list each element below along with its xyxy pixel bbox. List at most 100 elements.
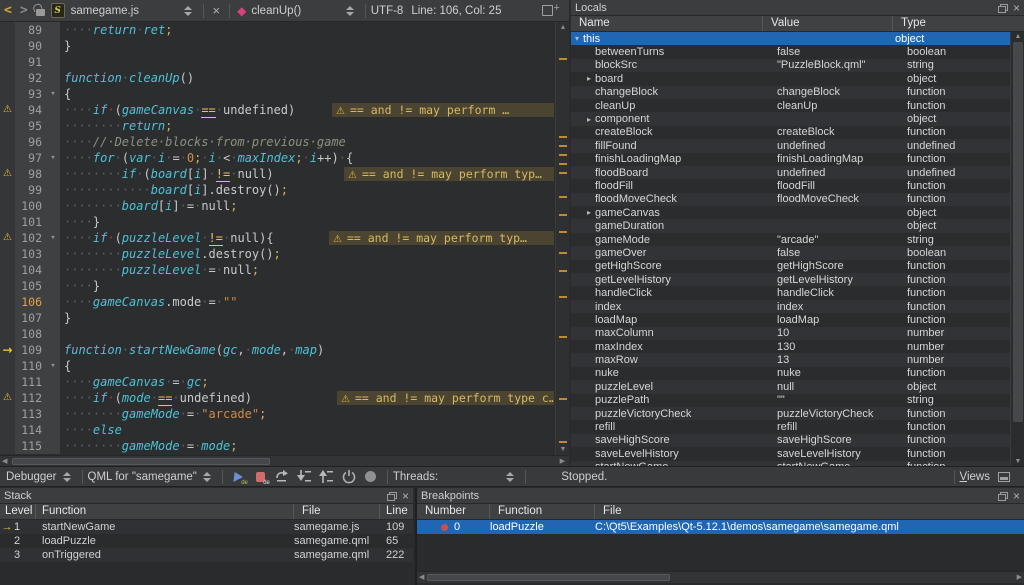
locals-col-value[interactable]: Value: [763, 16, 893, 31]
bp-col-number[interactable]: Number: [417, 504, 490, 519]
exec-pointer-icon[interactable]: →: [0, 342, 15, 358]
locals-row[interactable]: ▾thisobject: [571, 32, 1010, 45]
line-number[interactable]: 95: [15, 118, 46, 134]
locals-row[interactable]: puzzleVictoryCheckpuzzleVictoryCheckfunc…: [571, 407, 1010, 420]
locals-row[interactable]: ▸boardobject: [571, 72, 1010, 85]
fold-marker-icon[interactable]: ▾: [46, 150, 60, 166]
line-number[interactable]: 98: [15, 166, 46, 182]
debugger-combo-arrows-icon[interactable]: [63, 472, 71, 482]
line-number[interactable]: 99: [15, 182, 46, 198]
locals-row[interactable]: floodFillfloodFillfunction: [571, 179, 1010, 192]
hscroll-thumb[interactable]: [12, 458, 270, 465]
code-line[interactable]: 113········gameMode·=·"arcade";: [0, 406, 555, 422]
line-number[interactable]: 108: [15, 326, 46, 342]
line-number[interactable]: 110: [15, 358, 46, 374]
locals-row[interactable]: indexindexfunction: [571, 300, 1010, 313]
code-line[interactable]: 99············board[i].destroy();: [0, 182, 555, 198]
code-line[interactable]: 90}: [0, 38, 555, 54]
line-number[interactable]: 94: [15, 102, 46, 118]
warning-mark[interactable]: [559, 136, 567, 138]
locals-row[interactable]: finishLoadingMapfinishLoadingMapfunction: [571, 153, 1010, 166]
code-line[interactable]: 96····//·Delete·blocks·from·previous·gam…: [0, 134, 555, 150]
scroll-up-icon[interactable]: ▲: [1011, 33, 1024, 40]
line-number[interactable]: 101: [15, 214, 46, 230]
line-number[interactable]: 103: [15, 246, 46, 262]
locals-col-name[interactable]: Name: [571, 16, 763, 31]
warning-mark[interactable]: [559, 336, 567, 338]
line-number[interactable]: 93: [15, 86, 46, 102]
scroll-down-icon[interactable]: ▼: [556, 446, 570, 453]
record-button[interactable]: [362, 469, 380, 485]
code-line[interactable]: ⚠98········if·(board[i]·!=·null)⚠== and …: [0, 166, 555, 182]
fold-marker-icon[interactable]: ▾: [46, 358, 60, 374]
warning-triangle-icon[interactable]: ⚠: [0, 166, 15, 182]
close-icon[interactable]: ×: [402, 491, 409, 501]
lock-icon[interactable]: [36, 9, 45, 16]
locals-row[interactable]: puzzlePath""string: [571, 394, 1010, 407]
warning-mark[interactable]: [559, 145, 567, 147]
code-line[interactable]: 104········puzzleLevel·=·null;: [0, 262, 555, 278]
warning-mark[interactable]: [559, 196, 567, 198]
line-number[interactable]: 107: [15, 310, 46, 326]
fold-marker-icon[interactable]: ▾: [46, 230, 60, 246]
locals-row[interactable]: maxRow13number: [571, 353, 1010, 366]
code-line[interactable]: ⚠112····if·(mode·==·undefined)⚠== and !=…: [0, 390, 555, 406]
locals-row[interactable]: changeBlockchangeBlockfunction: [571, 86, 1010, 99]
locals-row[interactable]: refillrefillfunction: [571, 420, 1010, 433]
breakpoint-dot-icon[interactable]: [441, 524, 448, 531]
stack-col-level[interactable]: Level: [0, 504, 36, 519]
current-symbol[interactable]: cleanUp(): [251, 5, 301, 17]
code-line[interactable]: 107}: [0, 310, 555, 326]
code-line[interactable]: ⚠94····if·(gameCanvas·==·undefined)⚠== a…: [0, 102, 555, 118]
locals-scrollbar[interactable]: ▲ ▼: [1010, 32, 1024, 466]
scroll-right-icon[interactable]: ▶: [560, 457, 565, 465]
undock-icon[interactable]: [998, 492, 1007, 500]
code-editor[interactable]: 89····return·ret;90}9192function·cleanUp…: [0, 22, 555, 455]
locals-row[interactable]: ▸componentobject: [571, 112, 1010, 125]
line-number[interactable]: 97: [15, 150, 46, 166]
scroll-left-icon[interactable]: ◀: [419, 573, 424, 581]
stack-frame-row[interactable]: 3onTriggeredsamegame.qml222: [0, 548, 413, 562]
locals-row[interactable]: puzzleLevelnullobject: [571, 380, 1010, 393]
locals-row[interactable]: createBlockcreateBlockfunction: [571, 126, 1010, 139]
warning-mark[interactable]: [559, 252, 567, 254]
bp-col-file[interactable]: File: [595, 504, 1024, 519]
nav-forward-icon[interactable]: >: [16, 3, 32, 18]
warning-mark[interactable]: [559, 441, 567, 443]
warning-mark[interactable]: [559, 58, 567, 60]
chevron-right-icon[interactable]: ▸: [583, 115, 595, 124]
close-icon[interactable]: ×: [1013, 3, 1020, 13]
locals-row[interactable]: getLevelHistorygetLevelHistoryfunction: [571, 273, 1010, 286]
interrupt-button[interactable]: de: [252, 469, 270, 485]
line-number[interactable]: 89: [15, 22, 46, 38]
close-icon[interactable]: ×: [1013, 491, 1020, 501]
vscroll-thumb[interactable]: [1013, 42, 1023, 422]
fold-marker-icon[interactable]: ▾: [46, 86, 60, 102]
line-number[interactable]: 111: [15, 374, 46, 390]
locals-col-type[interactable]: Type: [893, 16, 1024, 31]
code-line[interactable]: 108: [0, 326, 555, 342]
locals-row[interactable]: gameDurationobject: [571, 219, 1010, 232]
code-line[interactable]: 111····gameCanvas·=·gc;: [0, 374, 555, 390]
debugger-combo[interactable]: Debugger: [6, 471, 57, 483]
code-line[interactable]: 100········board[i]·=·null;: [0, 198, 555, 214]
locals-row[interactable]: cleanUpcleanUpfunction: [571, 99, 1010, 112]
close-document-icon[interactable]: ×: [209, 3, 225, 18]
locals-row[interactable]: handleClickhandleClickfunction: [571, 286, 1010, 299]
line-number[interactable]: 113: [15, 406, 46, 422]
code-line[interactable]: →109function·startNewGame(gc,·mode,·map): [0, 342, 555, 358]
line-number[interactable]: 100: [15, 198, 46, 214]
line-number[interactable]: 112: [15, 390, 46, 406]
stack-col-file[interactable]: File: [294, 504, 380, 519]
scroll-right-icon[interactable]: ▶: [1017, 573, 1022, 581]
undock-icon[interactable]: [387, 492, 396, 500]
locals-row[interactable]: fillFoundundefinedundefined: [571, 139, 1010, 152]
code-line[interactable]: 91: [0, 54, 555, 70]
locals-row[interactable]: nukenukefunction: [571, 367, 1010, 380]
warning-mark[interactable]: [559, 296, 567, 298]
step-over-button[interactable]: [274, 469, 292, 485]
locals-row[interactable]: floodMoveCheckfloodMoveCheckfunction: [571, 193, 1010, 206]
code-line[interactable]: 97▾····for·(var·i·=·0;·i·<·maxIndex;·i++…: [0, 150, 555, 166]
warning-mark[interactable]: [559, 163, 567, 165]
locals-row[interactable]: gameMode"arcade"string: [571, 233, 1010, 246]
